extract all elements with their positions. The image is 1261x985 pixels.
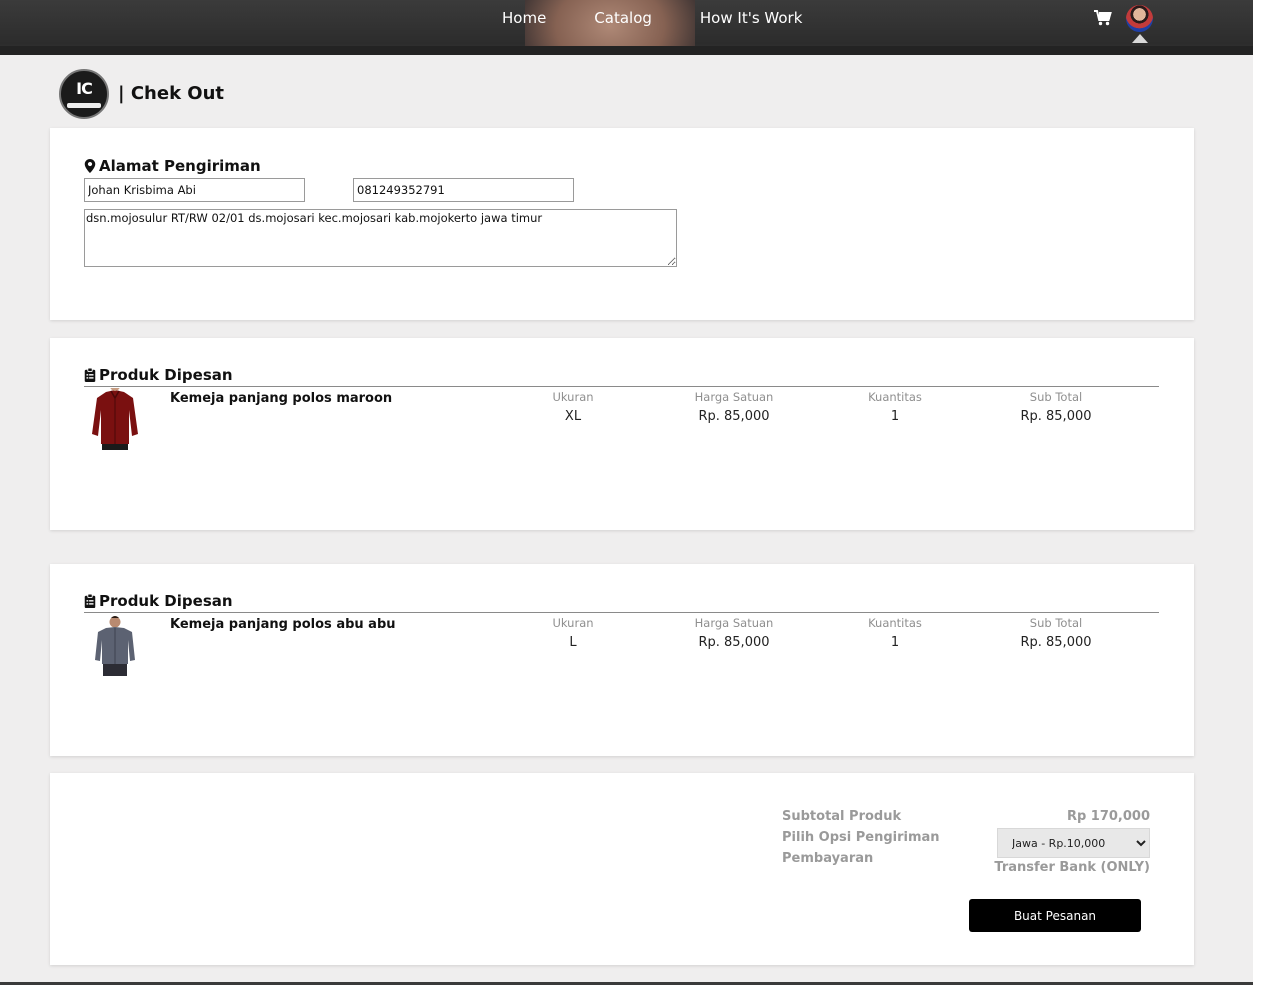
scrollbar[interactable] [1253, 0, 1261, 985]
product-unit-price: Rp. 85,000 [698, 635, 770, 650]
product-image-grey-shirt[interactable] [86, 614, 144, 678]
nav-catalog-link[interactable]: Catalog [594, 9, 652, 27]
product-name[interactable]: Kemeja panjang polos maroon [170, 391, 392, 406]
product-image-maroon-shirt[interactable] [86, 388, 144, 452]
shipping-option-label: Pilih Opsi Pengiriman [782, 830, 940, 845]
place-order-button[interactable]: Buat Pesanan [969, 899, 1141, 932]
subtotal-value: Rp 170,000 [1066, 809, 1150, 824]
shipping-option-select[interactable]: Jawa - Rp.10,000 [997, 828, 1150, 858]
subtotal-column-header: Sub Total [1029, 390, 1083, 404]
map-marker-icon [84, 159, 96, 173]
cart-icon[interactable] [1094, 10, 1112, 26]
product-quantity: 1 [890, 409, 900, 424]
address-textarea[interactable]: dsn.mojosulur RT/RW 02/01 ds.mojosari ke… [84, 209, 677, 267]
brand-logo: IC [59, 69, 109, 119]
shipping-address-heading: Alamat Pengiriman [84, 157, 261, 175]
clipboard-list-icon [84, 594, 96, 608]
subtotal-label: Subtotal Produk [782, 809, 902, 824]
ordered-products-heading: Produk Dipesan [84, 592, 233, 610]
payment-label: Pembayaran [782, 851, 874, 866]
quantity-column-header: Kuantitas [868, 616, 922, 630]
avatar-dropdown-caret [1132, 34, 1148, 43]
payment-method-value: Transfer Bank (ONLY) [994, 860, 1150, 875]
product-size: L [569, 635, 577, 650]
subtotal-column-header: Sub Total [1029, 616, 1083, 630]
product-subtotal: Rp. 85,000 [1020, 409, 1092, 424]
product-subtotal: Rp. 85,000 [1020, 635, 1092, 650]
top-navbar: Home Catalog How It's Work [0, 0, 1253, 55]
user-avatar[interactable] [1126, 5, 1153, 32]
unit-price-column-header: Harga Satuan [694, 390, 774, 404]
ordered-products-title: Produk Dipesan [99, 366, 233, 384]
logo-text: IC [76, 78, 93, 98]
recipient-name-field[interactable] [84, 178, 305, 202]
clipboard-list-icon [84, 368, 96, 382]
product-size: XL [564, 409, 582, 424]
nav-links: Home Catalog How It's Work [502, 9, 802, 27]
order-card-1: Produk Dipesan Kemeja panjang polos maro… [50, 338, 1194, 530]
size-column-header: Ukuran [552, 390, 594, 404]
quantity-column-header: Kuantitas [868, 390, 922, 404]
product-name[interactable]: Kemeja panjang polos abu abu [170, 617, 396, 632]
unit-price-column-header: Harga Satuan [694, 616, 774, 630]
ordered-products-heading: Produk Dipesan [84, 366, 233, 384]
product-quantity: 1 [890, 635, 900, 650]
product-unit-price: Rp. 85,000 [698, 409, 770, 424]
phone-number-field[interactable] [353, 178, 574, 202]
shipping-address-card: Alamat Pengiriman dsn.mojosulur RT/RW 02… [50, 128, 1194, 320]
nav-home-link[interactable]: Home [502, 9, 546, 27]
size-column-header: Ukuran [552, 616, 594, 630]
shipping-address-title: Alamat Pengiriman [99, 157, 261, 175]
ordered-products-title: Produk Dipesan [99, 592, 233, 610]
order-summary-card: Subtotal Produk Rp 170,000 Pilih Opsi Pe… [50, 773, 1194, 965]
order-card-2: Produk Dipesan Kemeja panjang polos abu … [50, 564, 1194, 756]
page-title: | Chek Out [118, 83, 225, 104]
nav-how-it-works-link[interactable]: How It's Work [700, 9, 803, 27]
